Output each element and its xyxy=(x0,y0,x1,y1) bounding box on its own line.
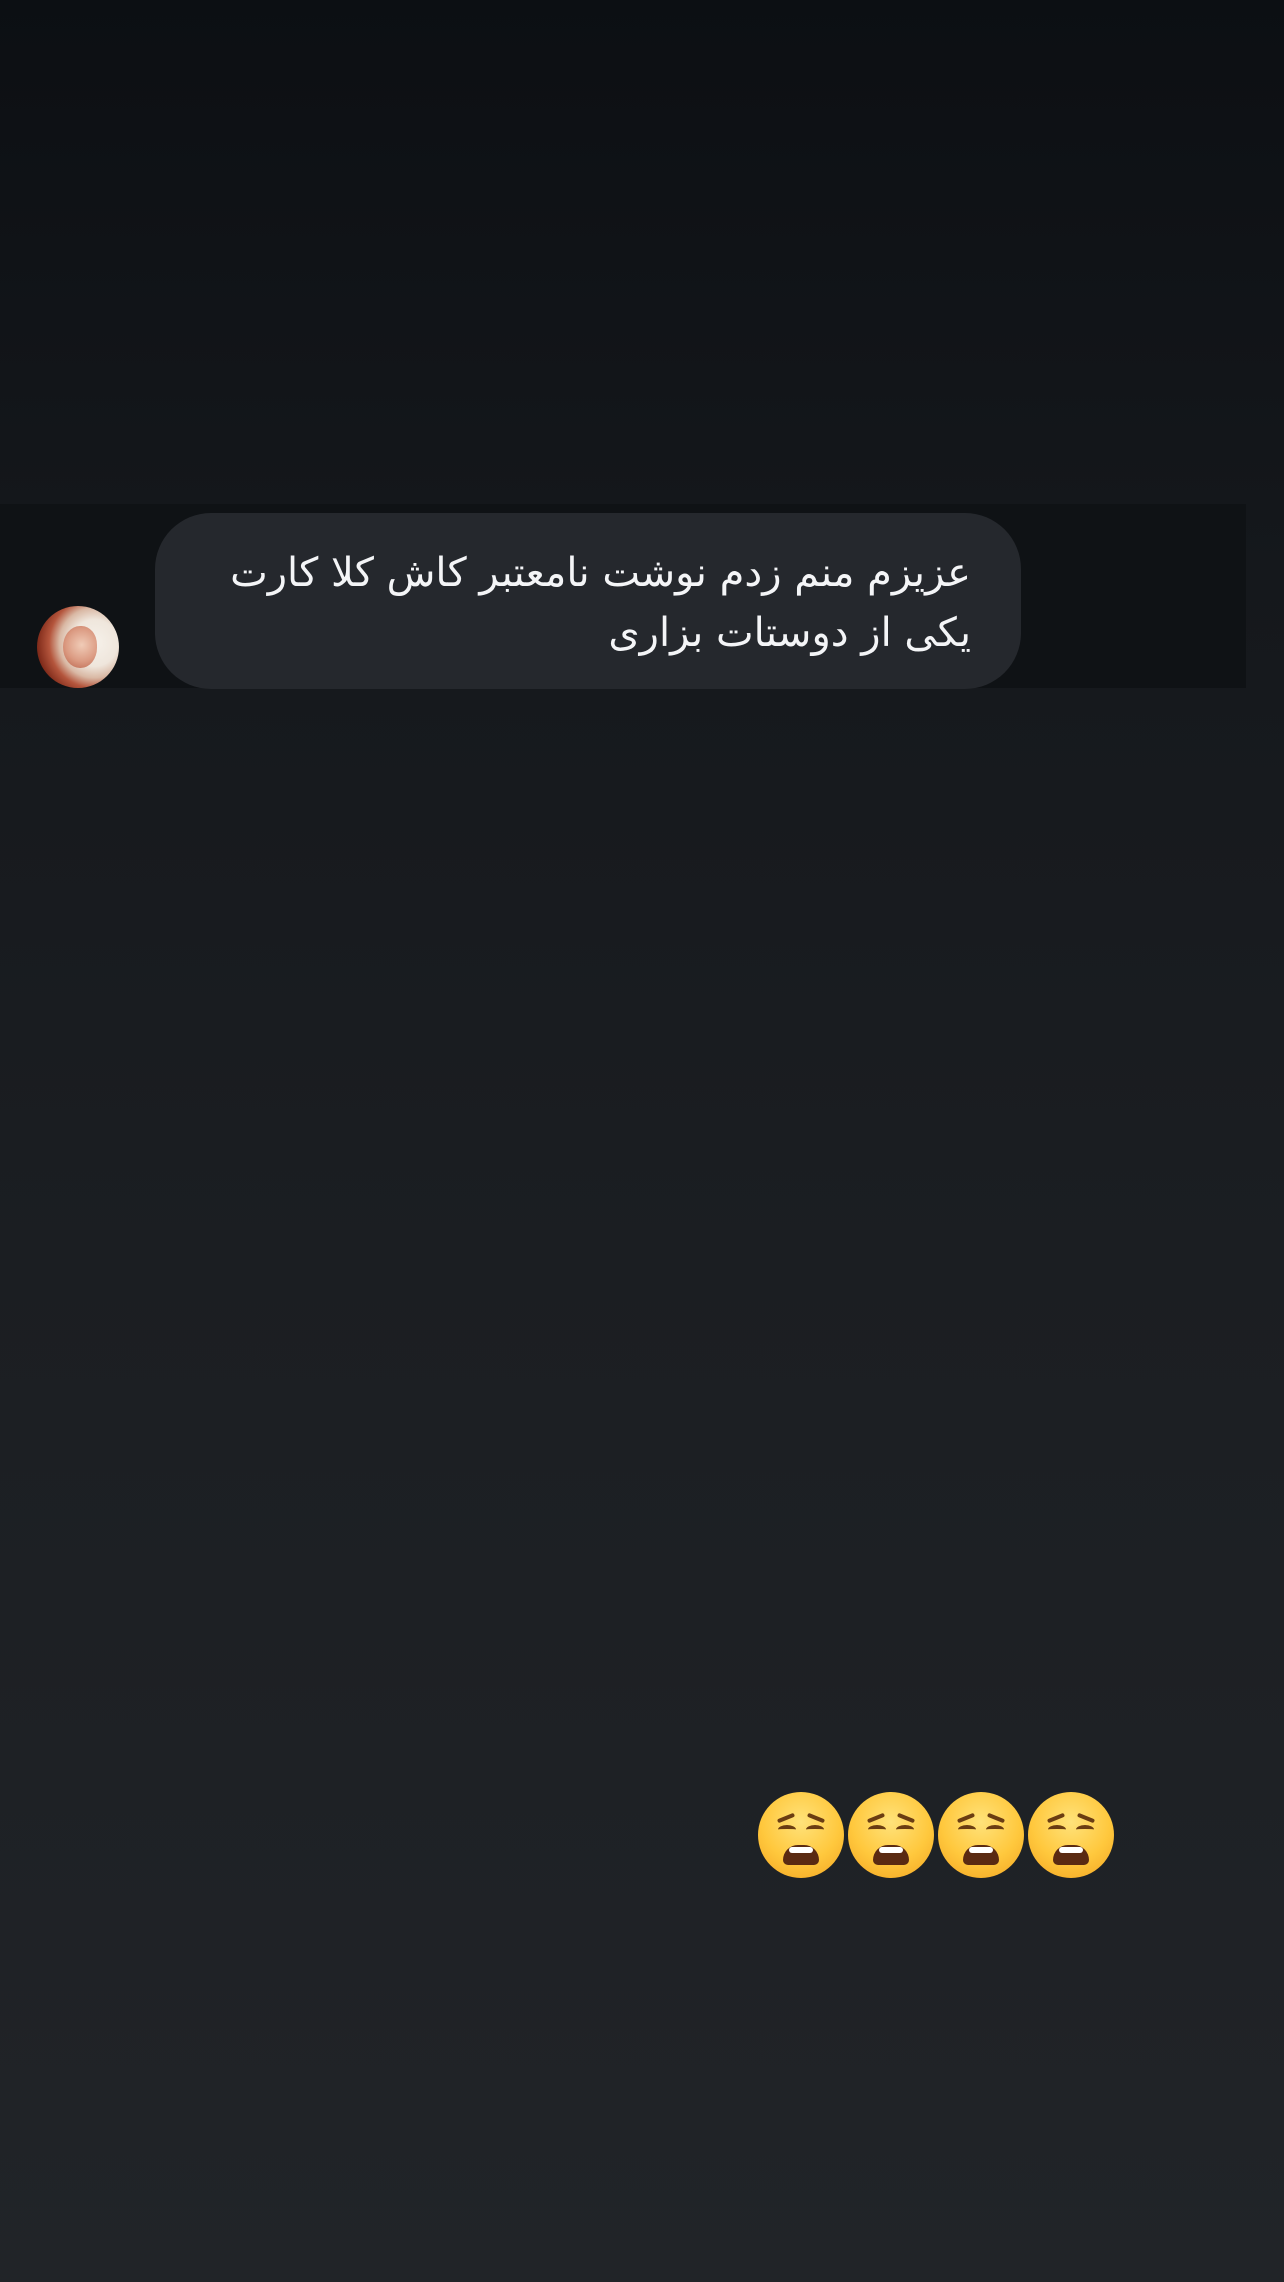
weary-face-emoji-icon xyxy=(1028,1792,1114,1878)
avatar-portrait xyxy=(63,626,97,668)
emoji-message[interactable] xyxy=(758,1792,1114,1882)
chat-screen: { "message": { "lines": [ "عزیزم منم زدم… xyxy=(0,0,1284,2282)
sender-avatar[interactable] xyxy=(37,606,119,688)
received-message-row: عزیزم منم زدم نوشت نامعتبر کاش کلا کارت … xyxy=(0,504,1246,689)
message-bubble[interactable]: عزیزم منم زدم نوشت نامعتبر کاش کلا کارت … xyxy=(155,513,1021,689)
weary-face-emoji-icon xyxy=(938,1792,1024,1878)
weary-face-emoji-icon xyxy=(758,1792,844,1878)
weary-face-emoji-icon xyxy=(848,1792,934,1878)
message-text-line-1: عزیزم منم زدم نوشت نامعتبر کاش کلا کارت xyxy=(230,550,971,596)
message-text-line-2: یکی از دوستات بزاری xyxy=(608,610,971,656)
